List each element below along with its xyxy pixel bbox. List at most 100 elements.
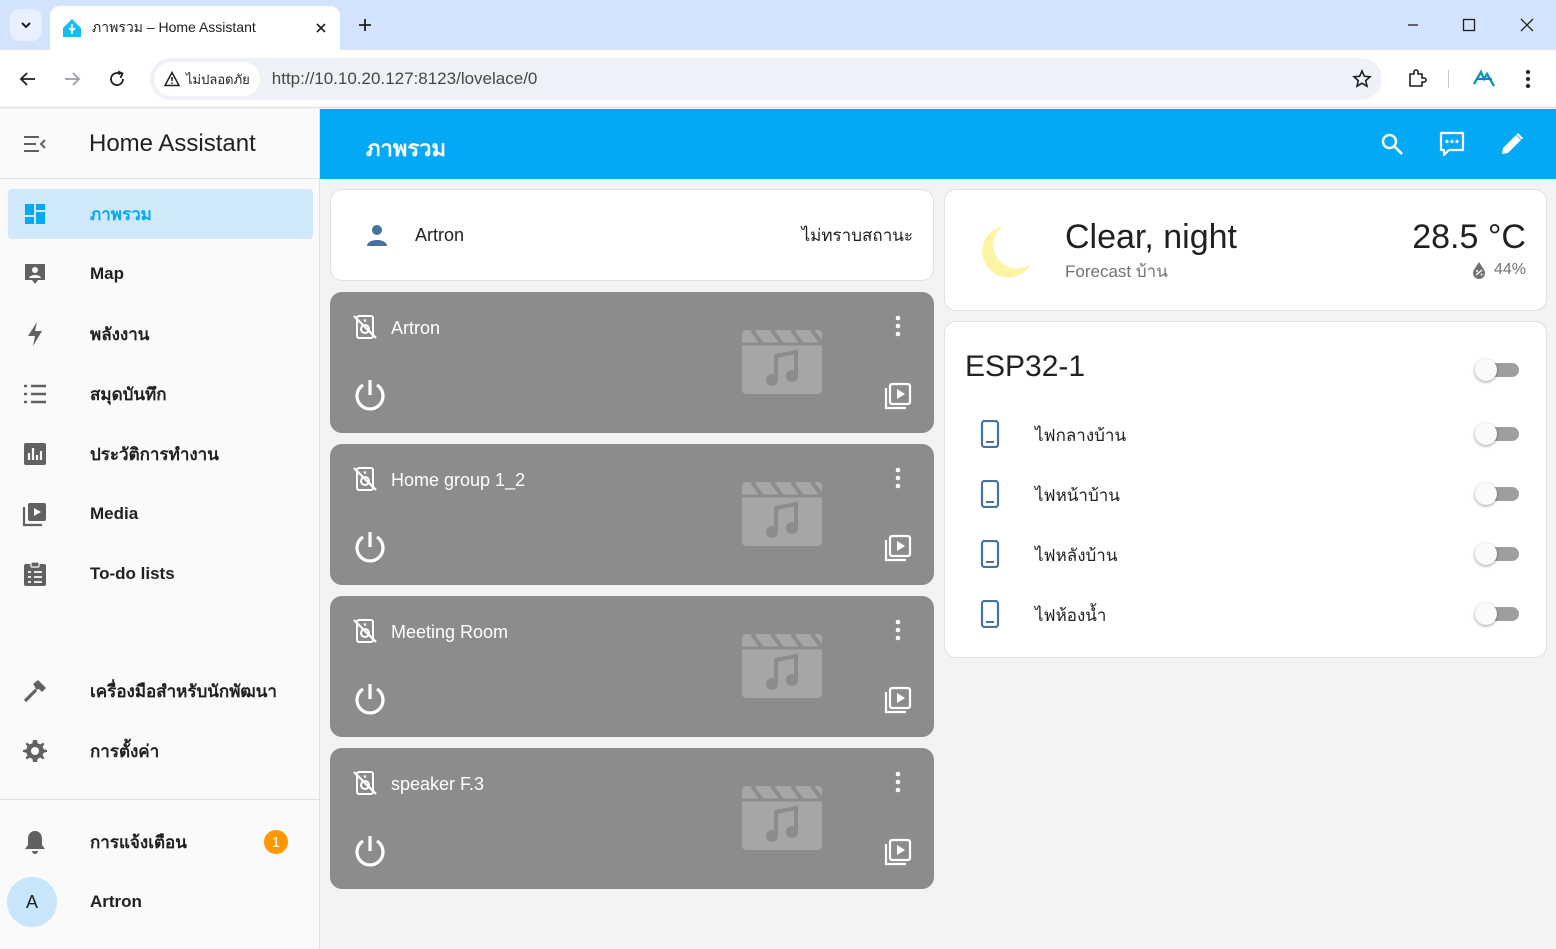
clipboard-list-icon <box>24 561 46 586</box>
reload-button[interactable] <box>103 65 131 93</box>
notification-count-badge: 1 <box>264 830 288 854</box>
close-window-button[interactable] <box>1514 12 1540 38</box>
cellphone-icon <box>980 540 1000 568</box>
header-toggle[interactable] <box>1475 359 1521 381</box>
star-icon <box>1352 69 1372 88</box>
minimize-icon <box>1408 24 1418 26</box>
assist-button[interactable] <box>1438 130 1466 158</box>
toggle-thumb <box>1475 603 1497 625</box>
address-bar[interactable]: ไม่ปลอดภัย http://10.10.20.127:8123/love… <box>150 58 1382 100</box>
entity-toggle[interactable] <box>1475 483 1521 505</box>
person-name: Artron <box>415 224 465 245</box>
speaker-off-icon <box>353 771 377 795</box>
extension-app-button[interactable] <box>1470 65 1498 93</box>
sidebar-toggle-button[interactable] <box>0 135 70 153</box>
entity-row[interactable]: ไฟกลางบ้าน <box>945 408 1548 458</box>
new-tab-button[interactable] <box>352 12 378 38</box>
play-box-multiple-icon[interactable] <box>884 686 912 714</box>
sidebar-item-developer-tools[interactable]: เครื่องมือสำหรับนักพัฒนา <box>8 666 313 716</box>
comment-processing-icon <box>1439 131 1465 157</box>
media-player-name: Meeting Room <box>391 622 509 642</box>
sidebar-item-logbook[interactable]: สมุดบันทึก <box>8 369 313 419</box>
edit-dashboard-button[interactable] <box>1498 130 1526 158</box>
avatar: A <box>7 877 57 927</box>
entity-name: ไฟห้องน้ำ <box>1035 606 1107 625</box>
sidebar-item-energy[interactable]: พลังงาน <box>8 309 313 359</box>
entity-toggle[interactable] <box>1475 603 1521 625</box>
speaker-off-icon <box>353 315 377 339</box>
sidebar-item-label: Media <box>90 504 139 523</box>
toggle-thumb <box>1475 483 1497 505</box>
minimize-window-button[interactable] <box>1400 12 1426 38</box>
power-icon[interactable] <box>352 833 388 869</box>
entity-toggle[interactable] <box>1475 423 1521 445</box>
search-icon <box>1381 133 1403 155</box>
maximize-icon <box>1462 18 1476 32</box>
more-vert-icon[interactable] <box>886 770 910 794</box>
more-vert-icon <box>1526 70 1530 88</box>
extensions-button[interactable] <box>1403 65 1431 93</box>
play-box-multiple-icon[interactable] <box>884 534 912 562</box>
entity-toggle[interactable] <box>1475 543 1521 565</box>
person-card[interactable]: Artron ไม่ทราบสถานะ <box>330 189 934 281</box>
chevron-down-icon <box>21 22 31 29</box>
sidebar-item-overview[interactable]: ภาพรวม <box>8 189 313 239</box>
cellphone-icon <box>980 480 1000 508</box>
weather-temperature: 28.5 °C <box>1412 218 1526 256</box>
maximize-window-button[interactable] <box>1456 12 1482 38</box>
movie-music-icon <box>742 330 822 394</box>
media-player-card[interactable]: speaker F.3 <box>330 748 934 889</box>
entity-row[interactable]: ไฟหน้าบ้าน <box>945 468 1548 518</box>
play-box-multiple-icon[interactable] <box>884 382 912 410</box>
sidebar-app-title: Home Assistant <box>89 129 256 157</box>
page-title: ภาพรวม <box>366 136 447 161</box>
speaker-off-icon <box>353 619 377 643</box>
lightning-bolt-icon <box>28 322 42 346</box>
sidebar-item-history[interactable]: ประวัติการทำงาน <box>8 429 313 479</box>
hammer-icon <box>23 680 46 703</box>
more-vert-icon[interactable] <box>886 466 910 490</box>
weather-humidity-value: 44% <box>1493 261 1526 278</box>
chart-box-icon <box>24 443 46 465</box>
sidebar-item-profile[interactable]: A Artron <box>7 877 313 927</box>
movie-music-icon <box>742 482 822 546</box>
sidebar-item-label: ภาพรวม <box>90 204 152 224</box>
weather-humidity: 44% <box>1472 261 1526 279</box>
home-assistant-logo-icon <box>63 19 81 37</box>
close-icon <box>1520 18 1534 32</box>
weather-forecast-card[interactable]: Clear, night Forecast บ้าน 28.5 °C 44% <box>944 189 1547 311</box>
power-icon[interactable] <box>352 529 388 565</box>
back-button[interactable] <box>14 65 42 93</box>
sidebar-divider <box>0 799 320 800</box>
media-player-card[interactable]: Home group 1_2 <box>330 444 934 585</box>
more-vert-icon[interactable] <box>886 314 910 338</box>
view-dashboard-icon <box>25 204 45 224</box>
more-vert-icon[interactable] <box>886 618 910 642</box>
media-player-card[interactable]: Meeting Room <box>330 596 934 737</box>
browser-tab-active[interactable]: ภาพรวม – Home Assistant <box>50 6 340 50</box>
sidebar-header: Home Assistant <box>0 109 319 179</box>
sidebar-item-media[interactable]: Media <box>8 489 313 539</box>
play-box-multiple-icon[interactable] <box>884 838 912 866</box>
toggle-thumb <box>1475 543 1497 565</box>
bookmark-button[interactable] <box>1342 69 1382 89</box>
weather-subtitle: Forecast บ้าน <box>1065 262 1168 281</box>
site-info-button[interactable]: ไม่ปลอดภัย <box>154 62 260 96</box>
power-icon[interactable] <box>352 377 388 413</box>
entity-row[interactable]: ไฟห้องน้ำ <box>945 588 1548 638</box>
toggle-thumb <box>1475 423 1497 445</box>
close-tab-icon[interactable] <box>314 21 328 35</box>
sidebar-item-map[interactable]: Map <box>8 249 313 299</box>
browser-menu-button[interactable] <box>1514 65 1542 93</box>
power-icon[interactable] <box>352 681 388 717</box>
entity-row[interactable]: ไฟหลังบ้าน <box>945 528 1548 578</box>
sidebar-item-settings[interactable]: การตั้งค่า <box>8 726 313 776</box>
sidebar-item-todo[interactable]: To-do lists <box>8 549 313 599</box>
sidebar-item-notifications[interactable]: การแจ้งเตือน 1 <box>8 817 313 867</box>
url-text[interactable]: http://10.10.20.127:8123/lovelace/0 <box>272 69 1342 89</box>
sidebar-item-label: To-do lists <box>90 564 175 583</box>
forward-button[interactable] <box>58 65 86 93</box>
search-button[interactable] <box>1378 130 1406 158</box>
tab-search-button[interactable] <box>10 9 42 41</box>
media-player-card[interactable]: Artron <box>330 292 934 433</box>
